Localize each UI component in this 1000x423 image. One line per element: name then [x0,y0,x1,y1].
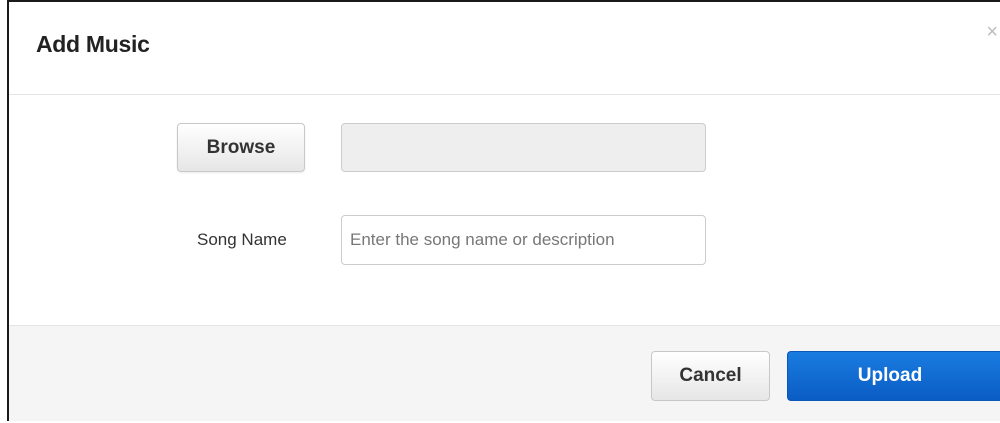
dialog-title: Add Music [36,31,150,57]
dialog-header: Add Music × [9,2,1000,95]
dialog-footer: Cancel Upload [9,325,1000,421]
browse-button[interactable]: Browse [177,123,305,172]
cancel-button[interactable]: Cancel [651,351,770,401]
close-icon[interactable]: × [986,22,998,42]
upload-button[interactable]: Upload [787,351,1000,401]
add-music-dialog: Add Music × Browse Song Name Cancel Uplo… [7,0,1000,421]
song-name-label: Song Name [197,230,287,249]
selected-file-field [341,123,706,172]
song-name-input[interactable] [341,215,706,265]
